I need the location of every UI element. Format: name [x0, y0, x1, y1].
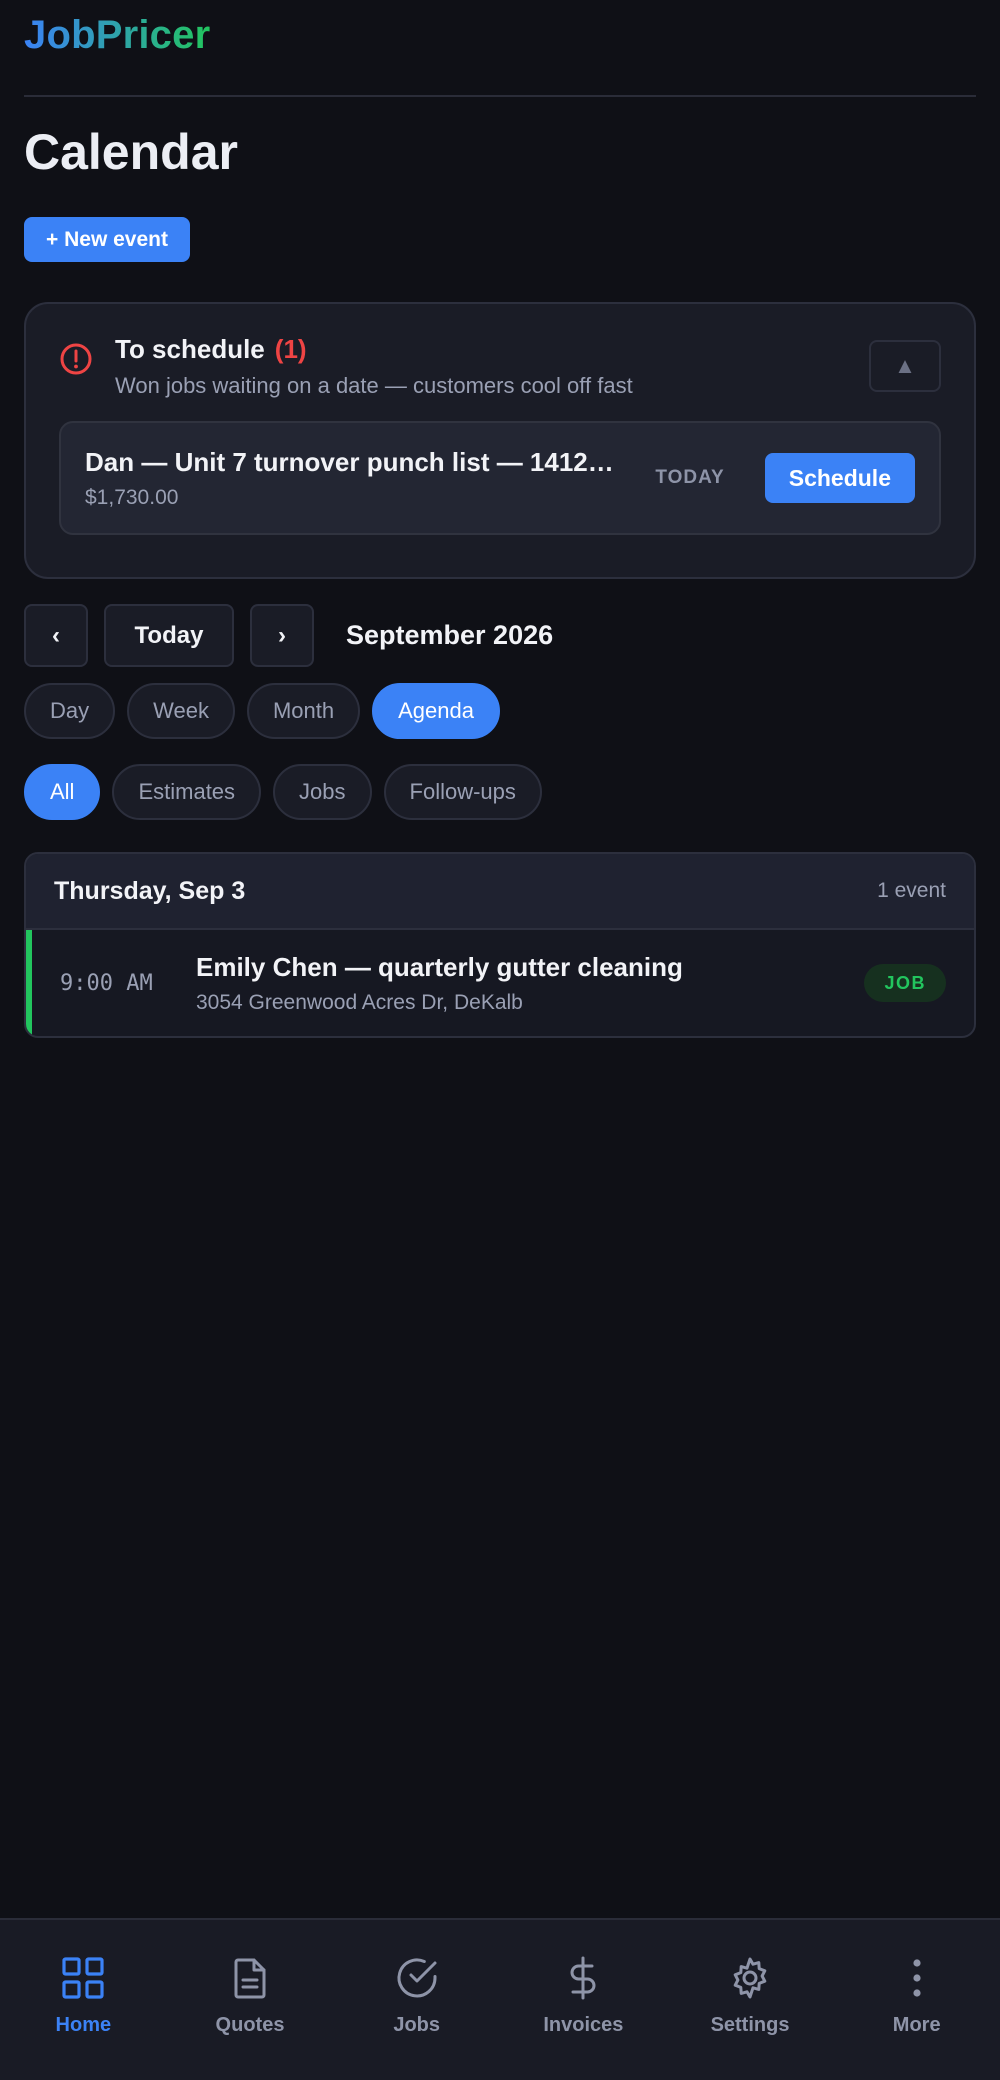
check-circle-icon — [397, 1958, 437, 1998]
view-switcher: Day Week Month Agenda — [24, 683, 976, 739]
more-vertical-icon — [913, 1959, 921, 1997]
gear-icon — [733, 1957, 767, 1999]
to-schedule-count: (1) — [274, 334, 307, 364]
schedule-button[interactable]: Schedule — [764, 453, 915, 503]
nav-settings-label: Settings — [710, 2014, 790, 2036]
nav-invoices[interactable]: Invoices — [500, 1920, 667, 2080]
agenda-day-title: Thursday, Sep 3 — [54, 876, 246, 905]
document-icon — [234, 1958, 266, 1999]
nav-more-label: More — [892, 2014, 941, 2036]
collapse-button[interactable]: ▲ — [869, 340, 941, 392]
dollar-icon — [570, 1956, 596, 2000]
to-schedule-subtitle: Won jobs waiting on a date — customers c… — [115, 373, 633, 398]
event-type-badge: JOB — [864, 964, 946, 1002]
current-month-label: September 2026 — [346, 620, 554, 650]
nav-more[interactable]: More — [833, 1920, 1000, 2080]
pending-job-title: Dan — Unit 7 turnover punch list — 1412 … — [85, 446, 615, 477]
filter-estimates[interactable]: Estimates — [112, 764, 262, 820]
nav-jobs[interactable]: Jobs — [333, 1920, 500, 2080]
nav-quotes-label: Quotes — [215, 2014, 285, 2036]
filter-all[interactable]: All — [24, 764, 101, 820]
chevron-left-icon: ‹ — [52, 621, 60, 649]
event-title: Emily Chen — quarterly gutter cleaning — [196, 951, 683, 982]
chevron-right-icon: › — [278, 621, 286, 649]
nav-quotes[interactable]: Quotes — [167, 1920, 334, 2080]
event-time: 9:00 AM — [60, 970, 153, 996]
new-event-button[interactable]: + New event — [24, 217, 190, 262]
view-agenda-tab[interactable]: Agenda — [372, 683, 500, 739]
view-week-tab[interactable]: Week — [127, 683, 235, 739]
event-address: 3054 Greenwood Acres Dr, DeKalb — [196, 990, 523, 1014]
view-month-tab[interactable]: Month — [246, 683, 361, 739]
agenda-day-count: 1 event — [877, 879, 946, 902]
nav-home-label: Home — [55, 2014, 112, 2036]
top-bar: JobPricer — [24, 0, 976, 97]
nav-invoices-label: Invoices — [543, 2014, 624, 2036]
nav-settings[interactable]: Settings — [667, 1920, 834, 2080]
view-day-tab[interactable]: Day — [24, 683, 116, 739]
page-title: Calendar — [24, 124, 238, 180]
bottom-navigation: Home Quotes Jobs Invoices Settings More — [0, 1918, 1000, 2080]
agenda-day-header: Thursday, Sep 3 1 event — [26, 854, 974, 930]
to-schedule-title: To schedule (1) — [115, 334, 307, 364]
event-filter: All Estimates Jobs Follow-ups — [24, 764, 976, 820]
app-logo[interactable]: JobPricer — [24, 13, 210, 58]
pending-job-when: TODAY — [655, 467, 725, 488]
nav-jobs-label: Jobs — [393, 2014, 441, 2036]
filter-jobs[interactable]: Jobs — [273, 764, 372, 820]
grid-icon — [62, 1957, 104, 1999]
agenda-event-row[interactable]: 9:00 AM Emily Chen — quarterly gutter cl… — [26, 930, 974, 1036]
agenda-list: Thursday, Sep 3 1 event 9:00 AM Emily Ch… — [24, 852, 976, 1038]
to-schedule-card: To schedule (1) Won jobs waiting on a dat… — [24, 302, 976, 579]
filter-followups[interactable]: Follow-ups — [383, 764, 542, 820]
today-button[interactable]: Today — [104, 604, 234, 667]
calendar-navigation: ‹ Today › September 2026 — [24, 604, 976, 667]
nav-home[interactable]: Home — [0, 1920, 167, 2080]
chevron-up-icon: ▲ — [894, 353, 916, 378]
alert-icon — [60, 343, 92, 375]
next-period-button[interactable]: › — [250, 604, 314, 667]
pending-job-amount: $1,730.00 — [85, 485, 179, 509]
prev-period-button[interactable]: ‹ — [24, 604, 88, 667]
pending-job-item[interactable]: Dan — Unit 7 turnover punch list — 1412 … — [59, 421, 941, 535]
